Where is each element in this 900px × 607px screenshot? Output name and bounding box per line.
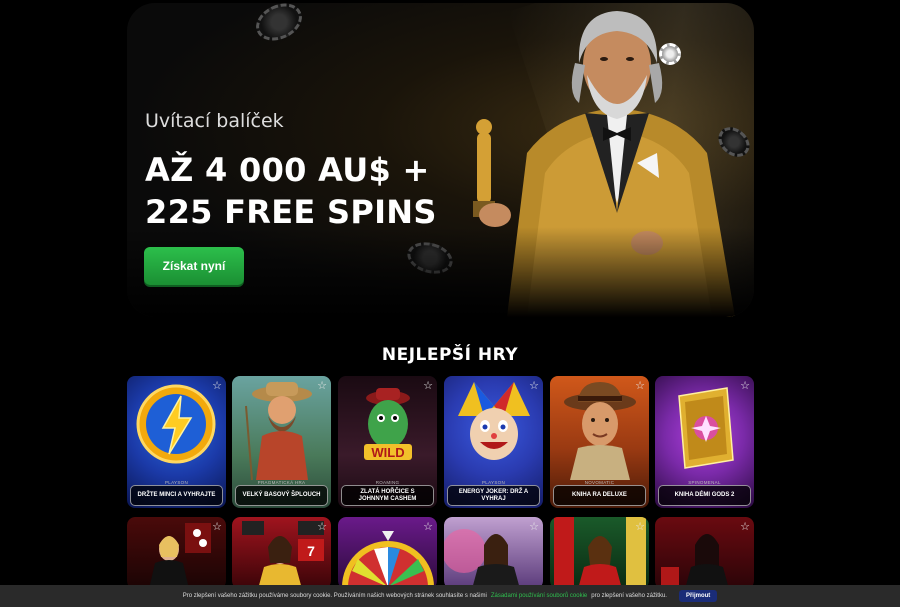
favorite-star-icon[interactable]: ☆ [635,520,645,533]
game-card-3[interactable]: ☆ PLAYSON ENERGY JOKER: DRŽ A VYHRAJ [444,376,543,508]
game-card-2[interactable]: WILD ☆ ROAMING ZLATÁ HOŘČICE S JOHNNYM C… [338,376,437,508]
game-name: KNIHA RA DELUXE [553,485,646,506]
favorite-star-icon[interactable]: ☆ [740,520,750,533]
favorite-star-icon[interactable]: ☆ [740,379,750,392]
favorite-star-icon[interactable]: ☆ [635,379,645,392]
favorite-star-icon[interactable]: ☆ [212,379,222,392]
accept-cookies-button[interactable]: Přijmout [678,590,718,602]
favorite-star-icon[interactable]: ☆ [423,379,433,392]
cookie-text: Pro zlepšení vašeho zážitku používáme so… [182,593,487,599]
hero-title-line1: AŽ 4 000 AU$ + [145,151,430,189]
game-name: VELKÝ BASOVÝ ŠPLOUCH [235,485,328,506]
favorite-star-icon[interactable]: ☆ [529,520,539,533]
hero-title: AŽ 4 000 AU$ + 225 FREE SPINS [145,149,437,233]
favorite-star-icon[interactable]: ☆ [423,520,433,533]
cookie-text-end: pro zlepšení vašeho zážitku. [591,593,667,599]
live-game-card-5[interactable]: ☆ [655,517,754,589]
game-card-5[interactable]: ☆ SPINOMENAL KNIHA DÉMI GODS 2 [655,376,754,508]
game-name: ZLATÁ HOŘČICE S JOHNNYM CASHEM [341,485,434,506]
game-name: ENERGY JOKER: DRŽ A VYHRAJ [447,485,540,506]
game-card-1[interactable]: ☆ PRAGMATICKÁ HRA VELKÝ BASOVÝ ŠPLOUCH [232,376,331,508]
favorite-star-icon[interactable]: ☆ [212,520,222,533]
cookie-policy-link[interactable]: Zásadami používání souborů cookie [491,593,587,599]
live-game-card-0[interactable]: ☆ [127,517,226,589]
svg-text:7: 7 [307,543,315,559]
game-card-0[interactable]: ☆ PLAYSON DRŽTE MINCI A VYHRAJTE [127,376,226,508]
hero-banner: Uvítací balíček AŽ 4 000 AU$ + 225 FREE … [127,3,754,317]
chip-icon [250,3,308,48]
get-now-button[interactable]: Získat nyní [144,247,244,285]
live-game-card-2[interactable]: ☆ [338,517,437,589]
cookie-banner: Pro zlepšení vašeho zážitku používáme so… [0,585,900,607]
live-game-card-1[interactable]: 7 ☆ [232,517,331,589]
favorite-star-icon[interactable]: ☆ [317,379,327,392]
live-game-card-4[interactable]: ☆ [550,517,649,589]
game-card-4[interactable]: ☆ NOVOMATIC KNIHA RA DELUXE [550,376,649,508]
favorite-star-icon[interactable]: ☆ [529,379,539,392]
favorite-star-icon[interactable]: ☆ [317,520,327,533]
section-title: NEJLEPŠÍ HRY [381,345,519,365]
game-name: KNIHA DÉMI GODS 2 [658,485,751,506]
svg-text:WILD: WILD [371,445,404,460]
hero-subtitle: Uvítací balíček [145,110,284,132]
game-name: DRŽTE MINCI A VYHRAJTE [130,485,223,506]
live-game-card-3[interactable]: ☆ [444,517,543,589]
hero-title-line2: 225 FREE SPINS [145,193,437,231]
